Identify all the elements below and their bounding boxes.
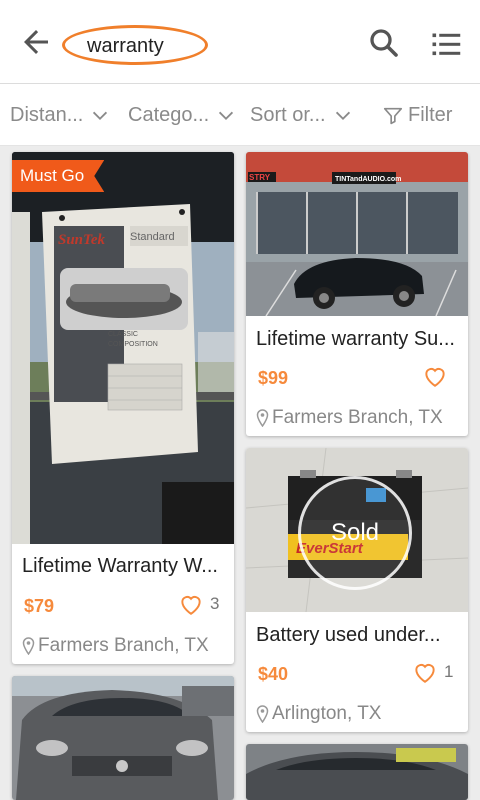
like-count: 3 [210,594,220,613]
listing-location: Farmers Branch, TX [256,407,443,429]
listing-location-text: Arlington, TX [272,703,382,724]
listing-title: Lifetime Warranty W... [22,555,218,577]
like-button[interactable]: 1 [412,660,453,684]
sold-overlay: Sold [298,476,412,590]
sold-label: Sold [330,519,380,546]
search-query-field[interactable]: warranty [62,25,208,65]
listing-card[interactable] [246,744,468,800]
search-query-text: warranty [87,35,164,57]
location-pin-icon [256,409,269,427]
back-arrow-icon[interactable] [18,24,54,60]
funnel-icon [383,107,403,124]
sort-order-label: Sort or... [250,104,326,126]
location-pin-icon [22,637,35,655]
store-sign-left-text: STRY [249,173,271,182]
chevron-down-icon [93,111,108,120]
chevron-down-icon [219,111,234,120]
listing-photo: STRY TINTandAUDIO.com [246,152,468,316]
search-icon[interactable] [366,25,402,61]
listing-card[interactable]: STRY TINTandAUDIO.com Lifetime warranty … [246,152,468,436]
top-bar: warranty [0,0,480,84]
like-button[interactable] [422,364,454,388]
listing-photo: EverStart Sold [246,448,468,612]
like-button[interactable]: 3 [178,592,219,616]
listing-title: Battery used under... [256,624,441,646]
listing-photo [12,676,234,800]
distance-filter-dropdown[interactable]: Distan... [10,104,111,127]
must-go-badge: Must Go [12,160,104,192]
store-sign-right-text: TINTandAUDIO.com [335,176,401,183]
location-pin-icon [256,705,269,723]
suntek-line2-text: COMPOSITION [108,341,158,348]
listing-price: $40 [258,664,289,684]
suntek-standard-text: Standard [130,231,175,243]
listing-card[interactable]: EverStart Sold Battery used under... $40… [246,448,468,732]
listing-location-text: Farmers Branch, TX [38,635,209,656]
listing-card[interactable]: SunTek Standard CLASSIC COMPOSITION Must… [12,152,234,664]
listing-location: Arlington, TX [256,703,381,725]
listing-photo [246,744,468,800]
distance-filter-label: Distan... [10,104,84,126]
listing-location-text: Farmers Branch, TX [272,407,443,428]
listing-card[interactable] [12,676,234,800]
listing-location: Farmers Branch, TX [22,635,209,657]
heart-icon [415,664,435,683]
chevron-down-icon [335,111,350,120]
filter-button[interactable]: Filter [382,104,452,127]
listing-photo: SunTek Standard CLASSIC COMPOSITION Must… [12,152,234,544]
category-filter-dropdown[interactable]: Catego... [128,104,237,127]
category-filter-label: Catego... [128,104,210,126]
heart-icon [181,596,201,615]
filter-label: Filter [408,104,453,126]
filter-bar: Distan... Catego... Sort or... Filter [0,84,480,146]
like-count: 1 [444,662,454,681]
suntek-line1-text: CLASSIC [108,331,138,338]
list-view-icon[interactable] [428,26,464,62]
listing-price: $99 [258,368,289,388]
heart-icon [425,368,445,387]
suntek-brand-text: SunTek [58,232,105,248]
sort-order-dropdown[interactable]: Sort or... [250,104,354,127]
listing-price: $79 [24,596,55,616]
listing-title: Lifetime warranty Su... [256,328,455,350]
